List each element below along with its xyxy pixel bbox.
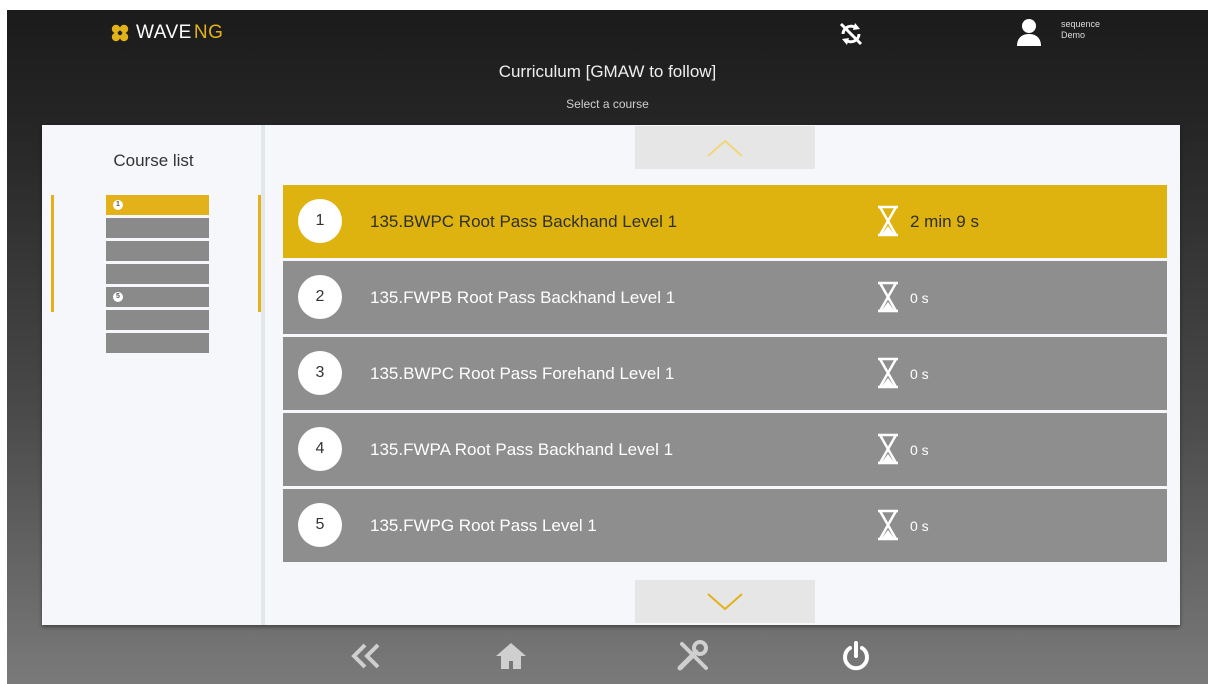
chevron-up-icon bbox=[707, 139, 743, 157]
course-number: 2 bbox=[298, 275, 342, 319]
mini-course-item[interactable] bbox=[106, 241, 209, 261]
course-duration: 0 s bbox=[910, 518, 929, 534]
mini-course-item[interactable] bbox=[106, 218, 209, 238]
course-row[interactable]: 1 135.BWPC Root Pass Backhand Level 1 2 … bbox=[283, 185, 1167, 258]
user-role: Demo bbox=[1061, 30, 1086, 40]
course-name: 135.FWPA Root Pass Backhand Level 1 bbox=[370, 440, 674, 459]
back-button[interactable] bbox=[345, 636, 387, 676]
page-title: Curriculum [GMAW to follow] bbox=[498, 62, 717, 81]
course-list-sidebar: Course list 1 5 bbox=[42, 125, 265, 625]
scroll-up-button[interactable] bbox=[635, 126, 815, 169]
power-icon bbox=[843, 641, 869, 671]
course-duration: 0 s bbox=[910, 290, 929, 306]
home-button[interactable] bbox=[490, 636, 532, 676]
mini-course-item[interactable] bbox=[106, 333, 209, 353]
chevron-down-icon bbox=[707, 592, 743, 610]
hourglass-icon bbox=[878, 357, 898, 389]
course-number: 3 bbox=[298, 351, 342, 395]
power-button[interactable] bbox=[835, 636, 877, 676]
scroll-down-button[interactable] bbox=[635, 580, 815, 623]
course-number: 1 bbox=[298, 199, 342, 243]
course-row[interactable]: 5 135.FWPG Root Pass Level 1 0 s bbox=[283, 489, 1167, 562]
course-row[interactable]: 2 135.FWPB Root Pass Backhand Level 1 0 … bbox=[283, 261, 1167, 334]
hourglass-icon bbox=[878, 281, 898, 313]
mini-course-item[interactable] bbox=[106, 264, 209, 284]
course-list: 1 135.BWPC Root Pass Backhand Level 1 2 … bbox=[283, 185, 1167, 565]
brand-ng-text: NG bbox=[193, 22, 224, 43]
mini-course-list: 1 5 bbox=[106, 195, 209, 356]
sidebar-title: Course list bbox=[113, 151, 194, 170]
course-name: 135.BWPC Root Pass Forehand Level 1 bbox=[370, 364, 675, 383]
user-name: sequence bbox=[1061, 19, 1101, 29]
home-icon bbox=[496, 643, 526, 669]
mini-course-item[interactable] bbox=[106, 310, 209, 330]
double-chevron-left-icon bbox=[351, 643, 380, 669]
tools-button[interactable] bbox=[672, 636, 714, 676]
mini-course-item[interactable]: 5 bbox=[106, 287, 209, 307]
course-row[interactable]: 4 135.FWPA Root Pass Backhand Level 1 0 … bbox=[283, 413, 1167, 486]
course-name: 135.BWPC Root Pass Backhand Level 1 bbox=[370, 212, 678, 231]
hourglass-icon bbox=[878, 205, 898, 237]
page-subtitle: Select a course bbox=[566, 97, 649, 111]
course-number: 5 bbox=[298, 503, 342, 547]
mini-course-marker: 5 bbox=[113, 292, 123, 302]
sync-disabled-icon[interactable] bbox=[838, 21, 864, 47]
tools-icon bbox=[677, 640, 708, 671]
user-icon[interactable] bbox=[1016, 18, 1042, 46]
course-duration: 0 s bbox=[910, 442, 929, 458]
hourglass-icon bbox=[878, 509, 898, 541]
app-screen: WAVE NG sequence Demo Curriculum [GMAW to… bbox=[7, 10, 1208, 684]
mini-course-item[interactable]: 1 bbox=[106, 195, 209, 215]
mini-course-marker: 1 bbox=[113, 200, 123, 210]
flower-logo-icon bbox=[111, 24, 129, 42]
sidebar-scroll-indicator-left bbox=[51, 195, 54, 312]
course-row[interactable]: 3 135.BWPC Root Pass Forehand Level 1 0 … bbox=[283, 337, 1167, 410]
brand-wave-text: WAVE bbox=[136, 22, 192, 43]
user-info: sequence Demo bbox=[1061, 19, 1100, 41]
course-duration: 0 s bbox=[910, 366, 929, 382]
brand-logo: WAVE NG bbox=[110, 22, 223, 44]
course-duration: 2 min 9 s bbox=[910, 212, 979, 231]
sidebar-scroll-indicator-right bbox=[258, 195, 261, 312]
course-panel: Course list 1 5 1 135.BWPC Root Pass Bac… bbox=[42, 125, 1180, 625]
hourglass-icon bbox=[878, 433, 898, 465]
course-number: 4 bbox=[298, 427, 342, 471]
course-name: 135.FWPB Root Pass Backhand Level 1 bbox=[370, 288, 676, 307]
course-name: 135.FWPG Root Pass Level 1 bbox=[370, 516, 597, 535]
